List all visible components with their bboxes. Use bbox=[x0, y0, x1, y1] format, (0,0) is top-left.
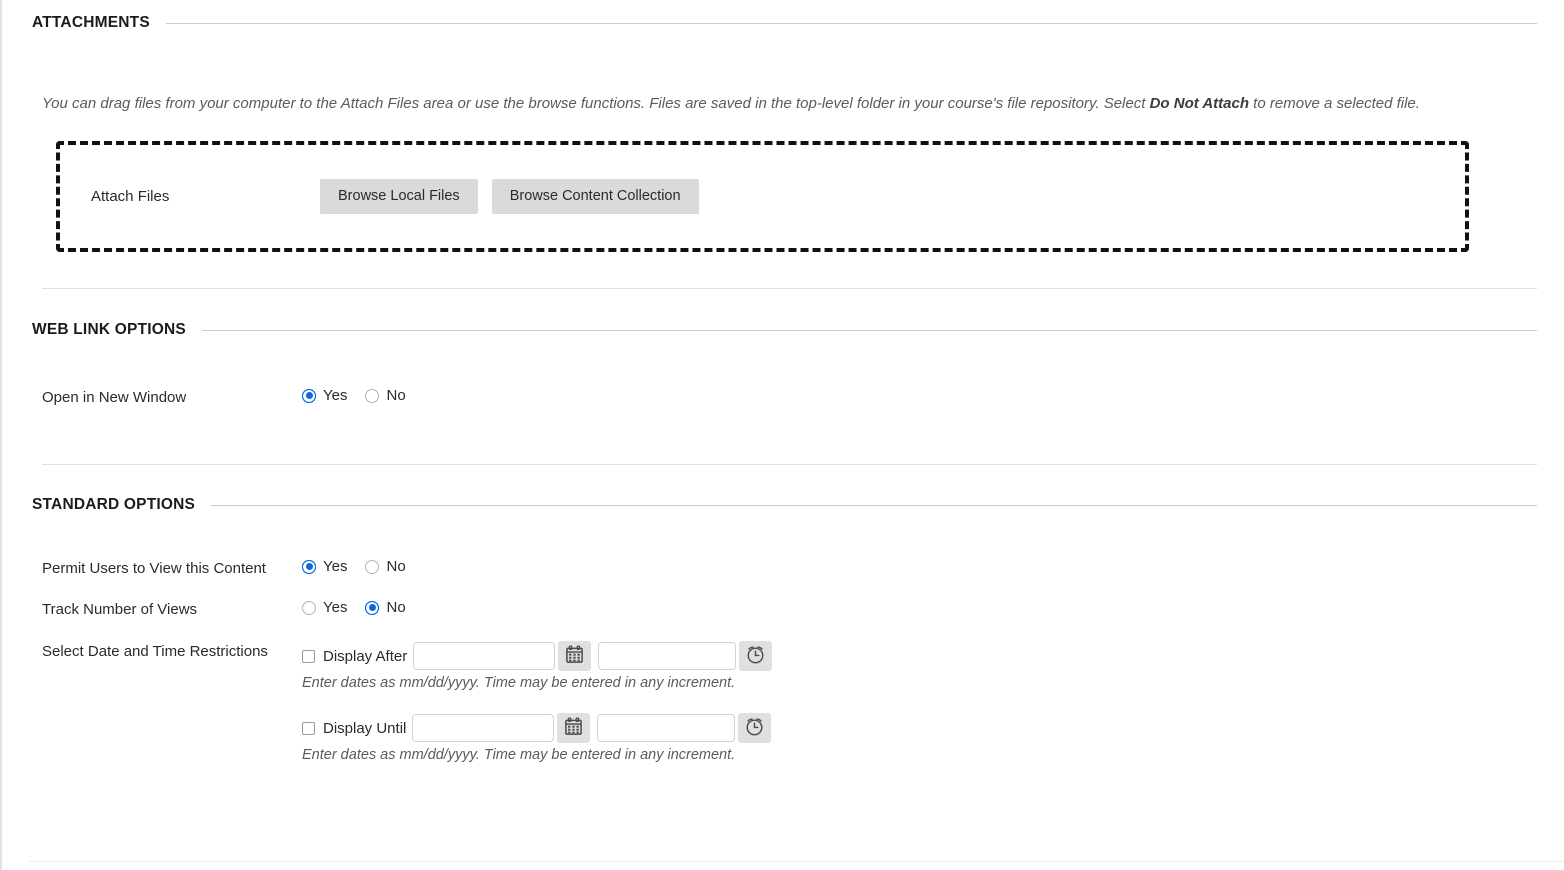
content-page: ATTACHMENTS You can drag files from your… bbox=[0, 0, 1564, 870]
section-rule bbox=[211, 504, 1537, 506]
display-after-checkbox[interactable] bbox=[302, 649, 315, 663]
radio-label-yes: Yes bbox=[323, 558, 348, 575]
radio-label-no: No bbox=[386, 558, 406, 575]
display-after-time-input[interactable] bbox=[598, 642, 737, 670]
section-header-attachments: ATTACHMENTS bbox=[2, 14, 1564, 32]
section-title-standard-options: STANDARD OPTIONS bbox=[32, 496, 196, 513]
attach-files-label: Attach Files bbox=[91, 188, 170, 205]
option-row-track-views: Track Number of Views Yes No bbox=[2, 599, 1564, 621]
help-text-suffix: to remove a selected file. bbox=[1249, 95, 1420, 112]
display-until-time-input[interactable] bbox=[597, 714, 736, 742]
calendar-icon bbox=[564, 717, 583, 739]
option-row-open-in-new-window: Open in New Window Yes No bbox=[2, 387, 1564, 409]
browse-content-collection-button[interactable]: Browse Content Collection bbox=[491, 179, 699, 214]
display-until-clock-button[interactable] bbox=[738, 713, 772, 743]
option-row-date-restrictions: Select Date and Time Restrictions Displa… bbox=[2, 641, 1564, 763]
section-header-standard-options: STANDARD OPTIONS bbox=[2, 496, 1564, 514]
radio-label-yes: Yes bbox=[323, 599, 348, 616]
display-after-row: Display After bbox=[302, 641, 1564, 671]
attach-files-dropzone[interactable]: Attach Files Browse Local Files Browse C… bbox=[56, 141, 1469, 252]
open-in-new-window-controls: Yes No bbox=[302, 387, 1564, 404]
permit-users-radio-yes[interactable]: Yes bbox=[302, 558, 347, 575]
radio-indicator[interactable] bbox=[302, 600, 316, 615]
permit-users-controls: Yes No bbox=[302, 558, 1564, 575]
radio-indicator-selected[interactable] bbox=[302, 388, 316, 403]
open-in-new-window-label: Open in New Window bbox=[42, 389, 187, 406]
radio-indicator[interactable] bbox=[365, 388, 380, 403]
track-views-controls: Yes No bbox=[302, 599, 1564, 616]
help-text-prefix: You can drag files from your computer to… bbox=[42, 95, 1150, 112]
divider-after-web-link-options bbox=[42, 464, 1537, 465]
section-rule bbox=[165, 22, 1537, 24]
permit-users-radio-no[interactable]: No bbox=[365, 558, 406, 575]
section-header-web-link-options: WEB LINK OPTIONS bbox=[2, 321, 1564, 339]
calendar-icon bbox=[565, 645, 584, 667]
radio-indicator-selected[interactable] bbox=[365, 600, 380, 615]
display-until-date-input[interactable] bbox=[412, 714, 555, 742]
attachments-help-text: You can drag files from your computer to… bbox=[2, 92, 1564, 115]
display-after-calendar-button[interactable] bbox=[558, 641, 592, 671]
display-until-row: Display Until bbox=[302, 713, 1564, 743]
track-views-label: Track Number of Views bbox=[42, 601, 198, 618]
track-views-radio-yes[interactable]: Yes bbox=[302, 599, 347, 616]
radio-label-yes: Yes bbox=[323, 387, 348, 404]
option-row-permit-users: Permit Users to View this Content Yes No bbox=[2, 558, 1564, 580]
permit-users-label: Permit Users to View this Content bbox=[42, 560, 266, 577]
display-until-checkbox[interactable] bbox=[302, 721, 315, 735]
display-after-date-input[interactable] bbox=[413, 642, 556, 670]
permit-users-radio-group: Yes No bbox=[302, 558, 424, 575]
display-after-hint: Enter dates as mm/dd/yyyy. Time may be e… bbox=[302, 675, 736, 691]
date-restrictions-label: Select Date and Time Restrictions bbox=[42, 643, 268, 660]
radio-label-no: No bbox=[386, 599, 406, 616]
display-until-calendar-button[interactable] bbox=[557, 713, 591, 743]
display-until-hint: Enter dates as mm/dd/yyyy. Time may be e… bbox=[302, 747, 736, 763]
radio-label-no: No bbox=[386, 387, 406, 404]
divider-bottom bbox=[29, 861, 1564, 862]
radio-indicator[interactable] bbox=[365, 559, 380, 574]
track-views-radio-group: Yes No bbox=[302, 599, 424, 616]
divider-after-attachments bbox=[42, 288, 1537, 289]
section-title-web-link-options: WEB LINK OPTIONS bbox=[32, 321, 186, 338]
date-restrictions-controls: Display After Enter dates as mm/dd/yyyy.… bbox=[302, 641, 1564, 763]
display-after-label: Display After bbox=[323, 647, 408, 665]
display-until-label: Display Until bbox=[323, 719, 407, 737]
track-views-radio-no[interactable]: No bbox=[365, 599, 406, 616]
section-rule bbox=[201, 329, 1537, 331]
clock-icon bbox=[744, 716, 765, 740]
open-in-new-window-radio-no[interactable]: No bbox=[365, 387, 406, 404]
browse-local-files-button[interactable]: Browse Local Files bbox=[320, 179, 478, 214]
open-in-new-window-radio-yes[interactable]: Yes bbox=[302, 387, 347, 404]
section-title-attachments: ATTACHMENTS bbox=[32, 14, 150, 31]
clock-icon bbox=[745, 644, 766, 668]
display-after-clock-button[interactable] bbox=[739, 641, 773, 671]
open-in-new-window-radio-group: Yes No bbox=[302, 387, 424, 404]
radio-indicator-selected[interactable] bbox=[302, 559, 316, 574]
help-text-emphasis: Do Not Attach bbox=[1149, 95, 1250, 112]
